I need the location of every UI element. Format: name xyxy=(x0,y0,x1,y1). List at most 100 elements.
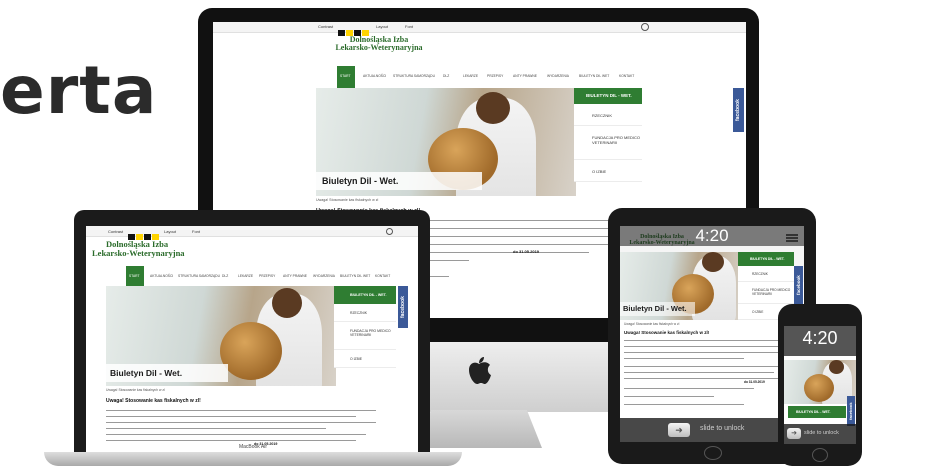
sidebar-item-biuletyn[interactable]: BIULETYN DIL - WET. xyxy=(738,252,794,266)
sidebar-item-o-izbie[interactable]: O IZBIE xyxy=(574,160,642,182)
article-byline: Uwaga! Stosowanie kas fiskalnych w zl xyxy=(316,198,379,202)
nav-item-anty[interactable]: ANTY PRAWNE xyxy=(283,274,307,278)
unlock-arrow-icon[interactable]: ➜ xyxy=(787,428,801,439)
nav-item-anty[interactable]: ANTY PRAWNE xyxy=(513,74,537,78)
nav-item-aktualnosci[interactable]: AKTUALNOŚCI xyxy=(150,274,173,278)
article-text xyxy=(624,346,784,347)
lock-time: 4:20 xyxy=(802,328,838,348)
imac-stand xyxy=(416,410,542,448)
laptop-brand-label: MacBook Air xyxy=(238,444,268,450)
nav-item-przepisy[interactable]: PRZEPISY xyxy=(487,74,503,78)
apple-logo-icon xyxy=(469,357,491,384)
hero-slider[interactable]: Biuletyn Dil - Wet. xyxy=(620,252,740,320)
tablet-home-button[interactable] xyxy=(704,446,722,460)
accessibility-toolbar: Contrast Layout Font xyxy=(86,226,418,240)
contrast-label: Contrast xyxy=(108,229,124,234)
dog-figure xyxy=(220,322,282,380)
sidebar-item-o-izbie[interactable]: O IZBIE xyxy=(334,350,396,368)
site-logo[interactable]: Dolnośląska Izba Lekarsko-Weterynaryjna xyxy=(92,240,242,258)
nav-item-lekarze[interactable]: LEKARZE xyxy=(238,274,253,278)
nav-item-wydarzenia[interactable]: WYDARZENIA xyxy=(547,74,569,78)
facebook-tab[interactable]: facebook xyxy=(398,286,408,328)
nav-item-dlz[interactable]: DLZ xyxy=(222,274,228,278)
sidebar-item-fundacja[interactable]: FUNDACJA PRO MEDICO VETERINARII xyxy=(574,126,642,160)
hero-heading: erta xyxy=(0,52,158,129)
unlock-arrow-icon[interactable]: ➜ xyxy=(668,423,690,437)
dog-figure xyxy=(804,374,834,402)
search-icon[interactable] xyxy=(386,228,393,235)
article-byline: Uwaga! Stosowanie kas fiskalnych w zl xyxy=(624,322,680,326)
facebook-tab[interactable]: facebook xyxy=(847,396,855,426)
article-highlight-date: do 31.05.2019 xyxy=(513,249,540,254)
facebook-tab[interactable]: facebook xyxy=(733,88,744,132)
nav-item-struktura[interactable]: STRUKTURA SAMORZĄDU xyxy=(393,74,435,78)
article-text xyxy=(624,358,744,359)
article-text xyxy=(624,372,774,373)
sidebar-item-fundacja[interactable]: FUNDACJA PRO MEDICO VETERINARII xyxy=(334,322,396,350)
search-icon[interactable] xyxy=(641,23,649,31)
nav-item-dlz[interactable]: DLZ xyxy=(443,74,449,78)
article-byline: Uwaga! Stosowanie kas fiskalnych w zl xyxy=(106,388,165,392)
sidebar-item-biuletyn[interactable]: BIULETYN DIL - WET. xyxy=(574,88,642,104)
lock-time: 4:20 xyxy=(695,226,729,245)
layout-label: Layout xyxy=(376,24,389,29)
nav-item-przepisy[interactable]: PRZEPISY xyxy=(259,274,275,278)
lock-time-bar: 4:20 xyxy=(620,226,804,246)
accessibility-toolbar: Contrast Layout Font xyxy=(213,22,746,36)
nav-item-aktualnosci[interactable]: AKTUALNOŚCI xyxy=(363,74,386,78)
vet-head xyxy=(702,252,724,272)
article-text xyxy=(624,366,794,367)
tablet-screen: Dolnośląska Izba Lekarsko-Weterynaryjna … xyxy=(620,226,804,442)
sidebar-item-fundacja[interactable]: FUNDACJA PRO MEDICO VETERINARII xyxy=(738,282,794,304)
contrast-black-button[interactable] xyxy=(338,29,345,36)
article-text xyxy=(106,434,366,435)
sidebar-item-biuletyn[interactable]: BIULETYN DIL - WET. xyxy=(334,286,396,304)
vet-head xyxy=(272,288,302,318)
article-highlight-date: do 31.05.2019 xyxy=(744,380,765,384)
article-heading: Uwaga! Stosowanie kas fiskalnych w zl! xyxy=(624,330,710,335)
nav-item-kontakt[interactable]: KONTAKT xyxy=(375,274,390,278)
laptop-base xyxy=(44,452,462,466)
hero-slider[interactable] xyxy=(784,360,856,404)
hero-caption: Biuletyn Dil - Wet. xyxy=(106,364,228,382)
article-text xyxy=(106,440,356,441)
hero-caption: Biuletyn Dil - Wet. xyxy=(620,302,695,316)
nav-item-biuletyn[interactable]: BIULETYN DIL WET xyxy=(340,274,370,278)
article-text xyxy=(624,340,794,341)
sidebar-item-rzecznik[interactable]: RZECZNIK xyxy=(334,304,396,322)
nav-item-wydarzenia[interactable]: WYDARZENIA xyxy=(313,274,335,278)
article-text xyxy=(106,410,376,411)
logo-line-2: Lekarsko-Weterynaryjna xyxy=(92,247,185,258)
nav-item-start[interactable]: START xyxy=(129,274,140,278)
vet-head xyxy=(829,360,844,374)
phone-screen: 4:20 BIULETYN DIL - WET. facebook ➜ slid… xyxy=(784,326,856,444)
sidebar-item-rzecznik[interactable]: RZECZNIK xyxy=(738,266,794,282)
article-text xyxy=(409,252,589,253)
font-label: Font xyxy=(192,229,201,234)
nav-item-struktura[interactable]: STRUKTURA SAMORZĄDU xyxy=(178,274,220,278)
hero-slider[interactable]: Biuletyn Dil - Wet. xyxy=(316,88,576,196)
contrast-label: Contrast xyxy=(318,24,334,29)
nav-item-lekarze[interactable]: LEKARZE xyxy=(463,74,478,78)
phone-home-button[interactable] xyxy=(812,448,828,462)
nav-item-biuletyn[interactable]: BIULETYN DIL WET xyxy=(579,74,609,78)
menu-icon[interactable] xyxy=(786,234,798,236)
slide-to-unlock-text: slide to unlock xyxy=(700,425,745,432)
hero-slider[interactable]: Biuletyn Dil - Wet. xyxy=(106,286,336,386)
site-logo[interactable]: Dolnośląska Izba Lekarsko-Weterynaryjna xyxy=(309,35,449,53)
vet-head xyxy=(476,92,510,124)
sidebar-item-rzecznik[interactable]: RZECZNIK xyxy=(574,104,642,126)
layout-label: Layout xyxy=(164,229,177,234)
nav-item-start[interactable]: START xyxy=(340,74,351,78)
article-heading: Uwaga! Stosowanie kas fiskalnych w zl! xyxy=(106,398,201,404)
sidebar-item-biuletyn[interactable]: BIULETYN DIL - WET. xyxy=(788,406,846,418)
unlock-bar: ➜ slide to unlock xyxy=(784,424,856,444)
article-text xyxy=(624,388,754,389)
article-text xyxy=(106,428,326,429)
article-text xyxy=(106,416,356,417)
facebook-tab[interactable]: facebook xyxy=(794,266,803,304)
unlock-bar: ➜ slide to unlock xyxy=(620,418,804,442)
article-text xyxy=(624,396,714,397)
nav-item-kontakt[interactable]: KONTAKT xyxy=(619,74,634,78)
slide-to-unlock-text: slide to unlock xyxy=(804,430,839,436)
